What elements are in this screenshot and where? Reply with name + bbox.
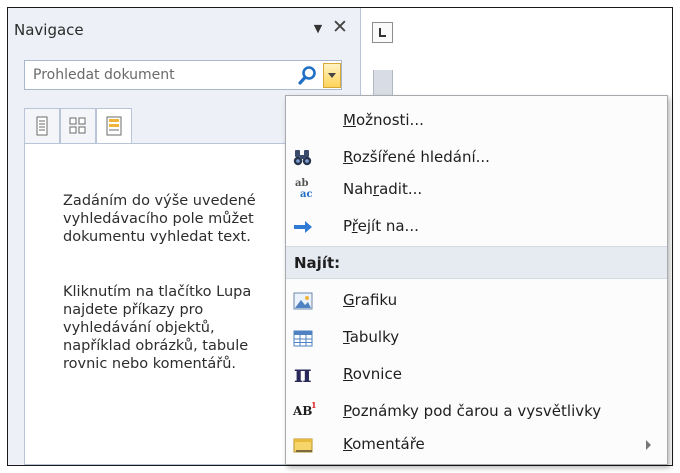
menu-item-label: Nahradit...: [343, 180, 423, 198]
pi-icon: π: [294, 359, 312, 388]
help-line: Kliknutím na tlačítko Lupa: [63, 284, 252, 300]
help-line: vyhledávání objektů,: [63, 320, 215, 336]
picture-icon: [293, 292, 313, 310]
magnifier-icon: [298, 66, 316, 85]
thumbnails-icon: [69, 117, 86, 134]
menu-item-tables[interactable]: Tabulky: [286, 319, 667, 356]
footnote-icon: AB 1: [293, 400, 317, 418]
menu-item-label: Tabulky: [343, 328, 400, 346]
replace-icon: ab ac: [295, 178, 313, 200]
menu-item-options[interactable]: Možnosti...: [286, 102, 667, 139]
binoculars-icon: [293, 150, 312, 166]
table-icon: [293, 330, 313, 347]
search-input[interactable]: [25, 61, 291, 89]
arrow-right-icon: [294, 221, 312, 233]
headings-icon: [36, 116, 48, 136]
comment-icon: [293, 438, 313, 453]
help-line: dokumentu vyhledat text.: [63, 229, 251, 245]
search-options-menu: Možnosti... Rozšířené hledání... ab ac N…: [285, 95, 668, 465]
section-header-label: Najít:: [294, 254, 341, 272]
menu-item-label: Komentáře: [343, 435, 425, 453]
menu-item-replace[interactable]: ab ac Nahradit...: [286, 171, 667, 208]
chevron-down-icon: [328, 73, 336, 78]
search-options-dropdown[interactable]: [323, 63, 341, 88]
submenu-arrow-icon: [646, 440, 651, 450]
tab-pages[interactable]: [60, 108, 96, 144]
menu-item-equations[interactable]: π Rovnice: [286, 356, 667, 393]
menu-item-label: Grafiku: [343, 291, 398, 309]
search-box: [24, 60, 342, 90]
tab-results[interactable]: [96, 108, 132, 144]
pane-options-icon[interactable]: ▼: [310, 20, 326, 38]
menu-item-comments[interactable]: Komentáře: [286, 426, 667, 463]
help-line: rovnic nebo komentářů.: [63, 356, 237, 372]
menu-item-label: Přejít na...: [343, 217, 419, 235]
close-icon[interactable]: ✕: [330, 16, 350, 38]
left-tab-icon: [379, 28, 386, 37]
menu-item-footnotes[interactable]: AB 1 Poznámky pod čarou a vysvětlivky: [286, 393, 667, 430]
menu-section-find: Najít:: [286, 246, 667, 279]
menu-item-goto[interactable]: Přejít na...: [286, 208, 667, 245]
tab-stop-selector[interactable]: [372, 22, 393, 43]
help-text-magnifier: Kliknutím na tlačítko Lupa najdete příka…: [63, 283, 251, 373]
menu-item-graphics[interactable]: Grafiku: [286, 282, 667, 319]
pane-title: Navigace: [14, 21, 84, 39]
help-line: vyhledávacího pole můžet: [63, 211, 254, 227]
magnifier-button[interactable]: [295, 63, 321, 88]
tab-headings[interactable]: [24, 108, 60, 144]
help-text-search: Zadáním do výše uvedené vyhledávacího po…: [63, 192, 256, 246]
help-line: například obrázků, tabule: [63, 338, 249, 354]
menu-item-label: Možnosti...: [343, 111, 424, 129]
help-line: Zadáním do výše uvedené: [63, 193, 256, 209]
menu-item-label: Rozšířené hledání...: [343, 148, 490, 166]
help-line: najdete příkazy pro: [63, 302, 204, 318]
results-icon: [106, 116, 122, 136]
menu-item-label: Poznámky pod čarou a vysvětlivky: [343, 402, 602, 420]
menu-item-label: Rovnice: [343, 365, 402, 383]
